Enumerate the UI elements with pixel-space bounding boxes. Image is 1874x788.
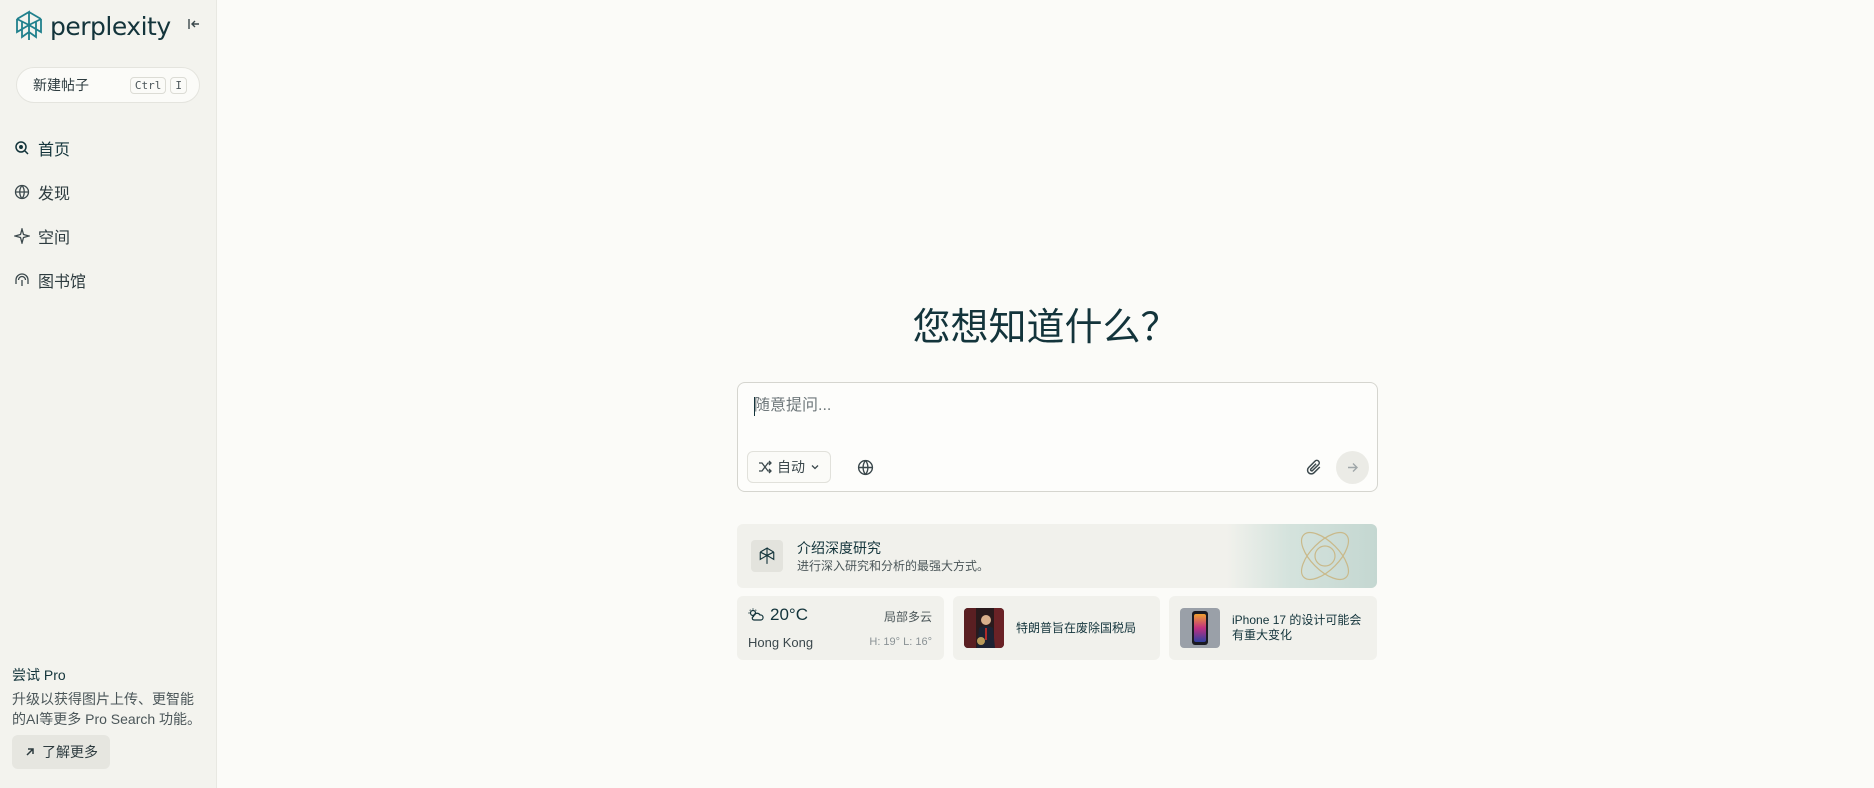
try-pro-title: 尝试 Pro bbox=[12, 667, 66, 683]
learn-more-button[interactable]: 了解更多 bbox=[12, 735, 110, 769]
news-thumbnail bbox=[1180, 608, 1220, 648]
try-pro-panel: 尝试 Pro 升级以获得图片上传、更智能的AI等更多 Pro Search 功能… bbox=[12, 665, 202, 769]
deep-research-subtitle: 进行深入研究和分析的最强大方式。 bbox=[797, 559, 990, 573]
search-mode-selector[interactable]: 自动 bbox=[747, 451, 831, 483]
globe-icon bbox=[14, 184, 30, 200]
shortcut-key-ctrl: Ctrl bbox=[129, 76, 167, 94]
weather-city: Hong Kong bbox=[748, 635, 814, 650]
new-thread-button[interactable]: 新建帖子 Ctrl I bbox=[16, 67, 200, 103]
brand-logo[interactable]: perplexity bbox=[14, 10, 171, 42]
perplexity-logo-icon bbox=[16, 10, 42, 40]
news-photo-icon bbox=[964, 608, 1004, 648]
news-thumbnail bbox=[964, 608, 1004, 648]
sidebar-item-home[interactable]: 首页 bbox=[14, 126, 204, 170]
submit-button[interactable] bbox=[1336, 451, 1369, 484]
ask-input[interactable] bbox=[754, 397, 1314, 415]
weather-card[interactable]: 20°C 局部多云 Hong Kong H: 19° L: 16° bbox=[737, 596, 944, 660]
deep-research-banner[interactable]: 介绍深度研究 进行深入研究和分析的最强大方式。 bbox=[737, 524, 1377, 588]
shuffle-icon bbox=[759, 460, 772, 474]
sidebar-nav: 首页 发现 空间 图书馆 bbox=[14, 126, 204, 302]
chevron-down-icon bbox=[811, 465, 819, 470]
partly-cloudy-icon bbox=[748, 608, 764, 621]
weather-condition: 局部多云 bbox=[883, 610, 932, 624]
news-title: iPhone 17 的设计可能会有重大变化 bbox=[1232, 613, 1362, 642]
news-card[interactable]: 特朗普旨在废除国税局 bbox=[953, 596, 1160, 660]
sidebar-item-label: 空间 bbox=[38, 230, 71, 247]
sidebar-item-label: 发现 bbox=[38, 186, 71, 203]
deep-research-title: 介绍深度研究 bbox=[797, 540, 881, 556]
arrow-right-icon bbox=[1348, 463, 1358, 472]
sidebar-item-label: 图书馆 bbox=[38, 274, 87, 291]
try-pro-description: 升级以获得图片上传、更智能的AI等更多 Pro Search 功能。 bbox=[12, 691, 202, 727]
collapse-sidebar-icon[interactable] bbox=[186, 16, 202, 32]
learn-more-label: 了解更多 bbox=[42, 744, 98, 760]
sidebar-item-library[interactable]: 图书馆 bbox=[14, 258, 204, 302]
sidebar: perplexity 新建帖子 Ctrl I 首页 发现 空间 图书馆 尝试 P… bbox=[0, 0, 217, 788]
search-icon bbox=[15, 141, 29, 155]
perplexity-mark-icon bbox=[759, 547, 775, 564]
text-caret bbox=[754, 397, 755, 416]
deep-research-icon bbox=[751, 540, 783, 572]
weather-high-low: H: 19° L: 16° bbox=[869, 636, 932, 648]
weather-temperature: 20°C bbox=[770, 605, 808, 624]
weather-temperature-row: 20°C bbox=[748, 605, 808, 625]
news-card[interactable]: iPhone 17 的设计可能会有重大变化 bbox=[1169, 596, 1377, 660]
sidebar-item-discover[interactable]: 发现 bbox=[14, 170, 204, 214]
globe-icon[interactable] bbox=[857, 459, 874, 476]
sparkle-icon bbox=[14, 228, 30, 244]
phone-photo-icon bbox=[1180, 608, 1220, 648]
page-headline: 您想知道什么？ bbox=[912, 305, 1179, 349]
news-title: 特朗普旨在废除国税局 bbox=[1016, 620, 1137, 635]
ask-box: 自动 bbox=[737, 382, 1378, 492]
paperclip-icon[interactable] bbox=[1306, 459, 1323, 476]
sidebar-item-label: 首页 bbox=[38, 142, 71, 159]
sidebar-item-spaces[interactable]: 空间 bbox=[14, 214, 204, 258]
shortcut-key-i: I bbox=[170, 76, 187, 94]
search-mode-label: 自动 bbox=[777, 459, 805, 475]
new-thread-label: 新建帖子 bbox=[33, 77, 89, 93]
banner-illustration bbox=[1227, 524, 1377, 588]
atom-illustration-icon bbox=[1300, 531, 1350, 581]
library-icon bbox=[15, 273, 29, 286]
brand-name: perplexity bbox=[50, 11, 171, 41]
arrow-up-right-icon bbox=[26, 748, 34, 756]
